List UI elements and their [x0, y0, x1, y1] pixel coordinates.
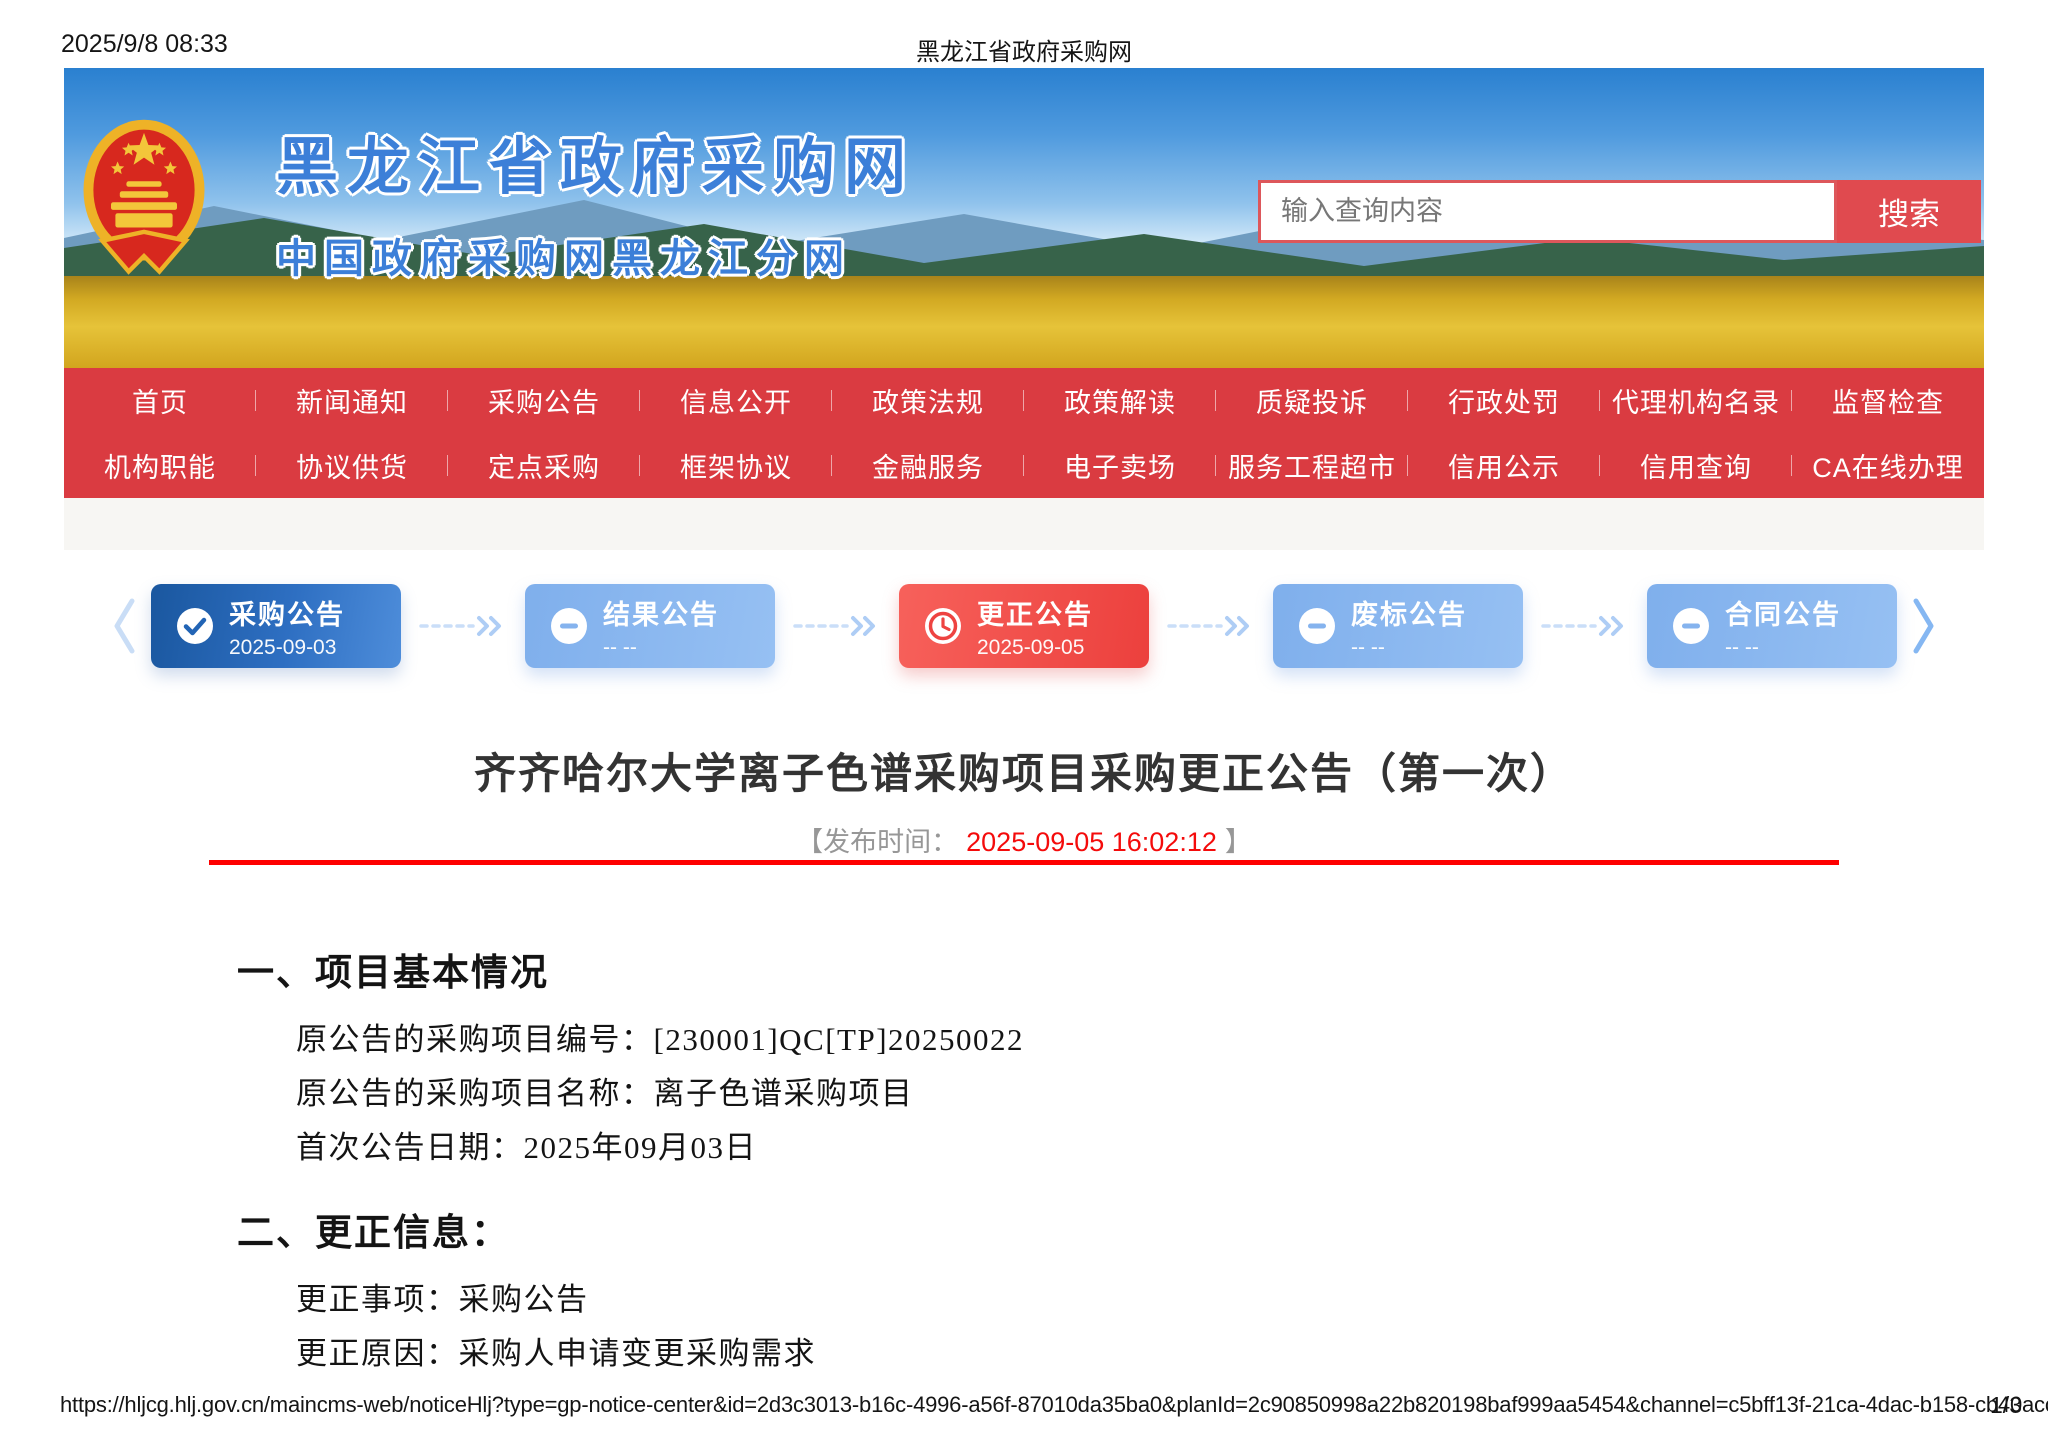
notice-title: 齐齐哈尔大学离子色谱采购项目采购更正公告（第一次） [473, 750, 1574, 797]
main-navigation: 首页 新闻通知 采购公告 信息公开 政策法规 政策解读 质疑投诉 行政处罚 代理… [64, 368, 1984, 498]
nav-item-service-supermarket[interactable]: 服务工程超市 [1216, 433, 1408, 498]
stage-date: -- -- [603, 635, 637, 659]
nav-item-info-disclosure[interactable]: 信息公开 [640, 368, 832, 433]
sub-nav-strip [64, 498, 1984, 550]
section-heading-correction-info: 二、更正信息： [237, 1213, 510, 1254]
print-preview-page: 2025/9/8 08:33 黑龙江省政府采购网 黑龙江省政府采购网 中国政府采… [0, 0, 2048, 1447]
nav-item-news[interactable]: 新闻通知 [256, 368, 448, 433]
stage-date: -- -- [1725, 635, 1759, 659]
nav-item-supervision[interactable]: 监督检查 [1792, 368, 1984, 433]
minus-circle-icon [1299, 608, 1335, 644]
timeline-stage-correction[interactable]: 更正公告 2025-09-05 [899, 584, 1149, 668]
china-national-emblem-icon [83, 119, 205, 275]
nav-item-fixed-point[interactable]: 定点采购 [448, 433, 640, 498]
nav-item-e-marketplace[interactable]: 电子卖场 [1024, 433, 1216, 498]
stage-label: 采购公告 [229, 599, 345, 630]
stage-label: 更正公告 [977, 599, 1093, 630]
nav-item-policy-interpretation[interactable]: 政策解读 [1024, 368, 1216, 433]
dashed-arrow-icon [1541, 616, 1623, 636]
nav-item-org-functions[interactable]: 机构职能 [64, 433, 256, 498]
notice-line-correction-item: 更正事项：采购公告 [296, 1282, 589, 1317]
stage-date: 2025-09-05 [977, 635, 1085, 659]
notice-line-project-number: 原公告的采购项目编号：[230001]QC[TP]20250022 [296, 1022, 1025, 1057]
dashed-arrow-icon [1167, 616, 1249, 636]
publish-label-close: 】 [1224, 827, 1252, 857]
nav-item-policy-law[interactable]: 政策法规 [832, 368, 1024, 433]
search-bar: 搜索 [1258, 180, 1981, 243]
nav-item-credit-publicity[interactable]: 信用公示 [1408, 433, 1600, 498]
check-circle-icon [177, 608, 213, 644]
timeline-stage-result[interactable]: 结果公告 -- -- [525, 584, 775, 668]
notice-body: 一、项目基本情况 原公告的采购项目编号：[230001]QC[TP]202500… [237, 952, 1857, 1372]
nav-item-framework-agreement[interactable]: 框架协议 [640, 433, 832, 498]
dashed-arrow-icon [419, 616, 501, 636]
clock-icon [925, 608, 961, 644]
site-subtitle: 中国政府采购网黑龙江分网 [276, 237, 852, 281]
site-banner: 黑龙江省政府采购网 中国政府采购网黑龙江分网 搜索 [64, 68, 1984, 368]
stage-label: 结果公告 [603, 599, 719, 630]
timeline-stage-procurement[interactable]: 采购公告 2025-09-03 [151, 584, 401, 668]
notice-line-first-notice-date: 首次公告日期：2025年09月03日 [296, 1130, 757, 1165]
notice-line-project-name: 原公告的采购项目名称：离子色谱采购项目 [296, 1076, 914, 1111]
notice-timeline: 采购公告 2025-09-03 结果公告 -- -- 更正公告 2025-09-… [64, 576, 1984, 676]
stage-label: 废标公告 [1351, 599, 1467, 630]
nav-item-agreement-supply[interactable]: 协议供货 [256, 433, 448, 498]
stage-date: 2025-09-03 [229, 635, 337, 659]
publish-time-value: 2025-09-05 16:02:12 [966, 827, 1217, 857]
red-divider [209, 860, 1839, 865]
publish-time-line: 【发布时间： 2025-09-05 16:02:12】 [0, 820, 2048, 859]
timeline-stage-contract[interactable]: 合同公告 -- -- [1647, 584, 1897, 668]
print-page-title: 黑龙江省政府采购网 [916, 39, 1132, 66]
nav-item-home[interactable]: 首页 [64, 368, 256, 433]
stage-label: 合同公告 [1725, 599, 1841, 630]
notice-line-correction-reason: 更正原因：采购人申请变更采购需求 [296, 1336, 816, 1371]
dashed-arrow-icon [793, 616, 875, 636]
nav-item-admin-penalty[interactable]: 行政处罚 [1408, 368, 1600, 433]
stage-date: -- -- [1351, 635, 1385, 659]
chevron-left-icon[interactable] [109, 595, 139, 657]
nav-item-financial-services[interactable]: 金融服务 [832, 433, 1024, 498]
section-heading-basic-info: 一、项目基本情况 [237, 953, 549, 994]
search-input[interactable] [1258, 180, 1837, 243]
site-title: 黑龙江省政府采购网 [276, 133, 916, 202]
print-page-number: 1/3 [1990, 1392, 2022, 1418]
nav-item-agency-directory[interactable]: 代理机构名录 [1600, 368, 1792, 433]
nav-item-credit-query[interactable]: 信用查询 [1600, 433, 1792, 498]
nav-item-procurement-notice[interactable]: 采购公告 [448, 368, 640, 433]
publish-label-open: 【发布时间： [796, 827, 959, 857]
banner-titles: 黑龙江省政府采购网 中国政府采购网黑龙江分网 [276, 116, 915, 284]
nav-item-complaints[interactable]: 质疑投诉 [1216, 368, 1408, 433]
search-button[interactable]: 搜索 [1837, 180, 1981, 243]
minus-circle-icon [551, 608, 587, 644]
wheat-field-graphic [64, 276, 1984, 368]
print-url: https://hljcg.hlj.gov.cn/maincms-web/not… [60, 1392, 2048, 1417]
minus-circle-icon [1673, 608, 1709, 644]
chevron-right-icon[interactable] [1909, 595, 1939, 657]
timeline-stage-cancellation[interactable]: 废标公告 -- -- [1273, 584, 1523, 668]
nav-item-ca-online[interactable]: CA在线办理 [1792, 433, 1984, 498]
